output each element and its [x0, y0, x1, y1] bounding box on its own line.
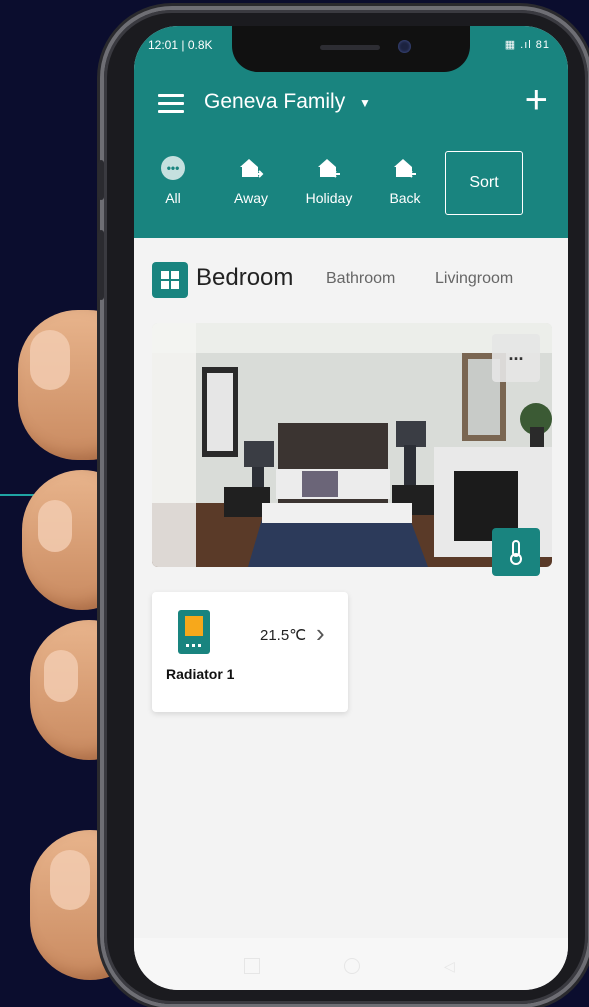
caret-down-icon[interactable]: ▼: [359, 96, 371, 110]
tab-livingroom[interactable]: Livingroom: [435, 270, 513, 288]
scene-label: All: [165, 190, 181, 206]
nav-menu-icon[interactable]: [244, 958, 260, 974]
device-card[interactable]: 21.5℃ › Radiator 1: [152, 592, 348, 712]
system-nav-bar: ◁: [134, 938, 568, 990]
status-indicators: ▦ .ıl 81: [504, 39, 550, 51]
nav-back-icon[interactable]: ◁: [444, 958, 458, 974]
status-time: 12:01 | 0.8K: [148, 38, 213, 52]
phone-speaker: [320, 45, 380, 50]
chevron-right-icon[interactable]: ›: [316, 618, 325, 649]
room-more-button[interactable]: ...: [492, 334, 540, 382]
add-icon[interactable]: +: [525, 80, 548, 120]
radiator-thermostat-icon: [176, 608, 212, 656]
scene-holiday-button[interactable]: Holiday: [294, 154, 364, 206]
thermometer-icon[interactable]: [492, 528, 540, 576]
phone-volume-button: [98, 230, 104, 300]
nav-home-icon[interactable]: [344, 958, 360, 974]
room-grid-icon[interactable]: [152, 262, 188, 298]
menu-icon[interactable]: [158, 94, 184, 114]
home-leave-icon: [216, 154, 286, 182]
tab-bathroom[interactable]: Bathroom: [326, 270, 395, 288]
more-circle-icon: •••: [161, 156, 185, 180]
phone-side-button: [98, 160, 104, 200]
family-selector[interactable]: Geneva Family: [204, 90, 345, 114]
phone-camera: [398, 40, 411, 53]
scene-back-button[interactable]: Back: [370, 154, 440, 206]
device-temperature: 21.5℃: [260, 627, 307, 644]
app-screen: 12:01 | 0.8K ▦ .ıl 81 Geneva Family ▼ + …: [134, 26, 568, 990]
device-name: Radiator 1: [166, 666, 235, 682]
scene-label: Away: [234, 190, 268, 206]
scene-away-button[interactable]: Away: [216, 154, 286, 206]
sort-button[interactable]: Sort: [445, 151, 523, 215]
scene-label: Back: [389, 190, 421, 206]
home-return-icon: [370, 154, 440, 182]
tab-bedroom[interactable]: Bedroom: [196, 264, 293, 292]
scene-label: Holiday: [305, 190, 353, 206]
scene-all-button[interactable]: ••• All: [138, 154, 208, 206]
home-return-icon: [294, 154, 364, 182]
